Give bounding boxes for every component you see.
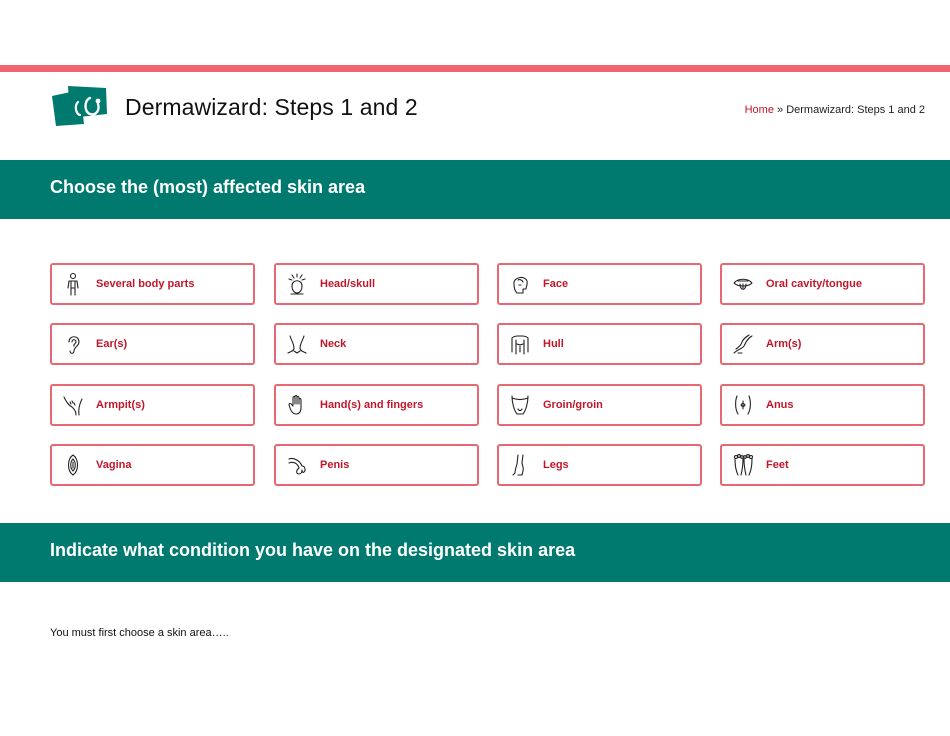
ear-icon	[62, 332, 84, 356]
area-button-label: Penis	[320, 459, 350, 471]
choose-area-note: You must first choose a skin area…..	[50, 627, 229, 639]
area-button-label: Head/skull	[320, 278, 376, 290]
area-button-armpit-s[interactable]: Armpit(s)	[50, 384, 255, 426]
area-button-label: Face	[543, 278, 569, 290]
area-button-legs[interactable]: Legs	[497, 444, 702, 486]
area-button-label: Ear(s)	[96, 338, 128, 350]
area-button-neck[interactable]: Neck	[274, 323, 479, 365]
area-button-label: Vagina	[96, 459, 132, 471]
section-bar-condition: Indicate what condition you have on the …	[0, 523, 950, 582]
area-button-ear-s[interactable]: Ear(s)	[50, 323, 255, 365]
face-icon	[509, 272, 531, 296]
tongue-icon	[732, 272, 754, 296]
legs-icon	[509, 453, 531, 477]
area-button-penis[interactable]: Penis	[274, 444, 479, 486]
area-button-head-skull[interactable]: Head/skull	[274, 263, 479, 305]
area-button-label: Several body parts	[96, 278, 195, 290]
breadcrumb-current: Dermawizard: Steps 1 and 2	[786, 104, 925, 116]
section-heading-skin-area: Choose the (most) affected skin area	[50, 177, 366, 197]
area-button-label: Hand(s) and fingers	[320, 399, 424, 411]
anus-icon	[732, 393, 754, 417]
section-bar-skin-area: Choose the (most) affected skin area	[0, 160, 950, 219]
area-button-arm-s[interactable]: Arm(s)	[720, 323, 925, 365]
dermawizard-logo-icon[interactable]	[50, 84, 110, 128]
area-button-hand-s-and-fingers[interactable]: Hand(s) and fingers	[274, 384, 479, 426]
area-button-anus[interactable]: Anus	[720, 384, 925, 426]
area-button-label: Anus	[766, 399, 794, 411]
area-button-label: Feet	[766, 459, 789, 471]
area-button-feet[interactable]: Feet	[720, 444, 925, 486]
area-button-face[interactable]: Face	[497, 263, 702, 305]
breadcrumb-separator: »	[777, 104, 784, 116]
area-button-vagina[interactable]: Vagina	[50, 444, 255, 486]
penis-icon	[286, 453, 308, 477]
area-button-groin-groin[interactable]: Groin/groin	[497, 384, 702, 426]
breadcrumb-home-link[interactable]: Home	[745, 104, 774, 116]
area-button-label: Hull	[543, 338, 564, 350]
page-title: Dermawizard: Steps 1 and 2	[125, 94, 418, 120]
section-heading-condition: Indicate what condition you have on the …	[50, 540, 576, 560]
top-accent-bar	[0, 65, 950, 72]
armpit-icon	[62, 393, 84, 417]
arm-icon	[732, 332, 754, 356]
page-header: Dermawizard: Steps 1 and 2 Home » Dermaw…	[0, 72, 950, 160]
area-button-label: Groin/groin	[543, 399, 603, 411]
breadcrumb: Home » Dermawizard: Steps 1 and 2	[745, 104, 925, 116]
vagina-icon	[62, 453, 84, 477]
area-button-label: Legs	[543, 459, 569, 471]
body-icon	[62, 272, 84, 296]
area-button-label: Oral cavity/tongue	[766, 278, 862, 290]
area-button-hull[interactable]: Hull	[497, 323, 702, 365]
area-button-several-body-parts[interactable]: Several body parts	[50, 263, 255, 305]
area-button-oral-cavity-tongue[interactable]: Oral cavity/tongue	[720, 263, 925, 305]
groin-icon	[509, 393, 531, 417]
area-button-label: Arm(s)	[766, 338, 802, 350]
head-icon	[286, 272, 308, 296]
area-button-label: Neck	[320, 338, 347, 350]
area-button-label: Armpit(s)	[96, 399, 145, 411]
neck-icon	[286, 332, 308, 356]
feet-icon	[732, 453, 754, 477]
hand-icon	[286, 393, 308, 417]
torso-icon	[509, 332, 531, 356]
